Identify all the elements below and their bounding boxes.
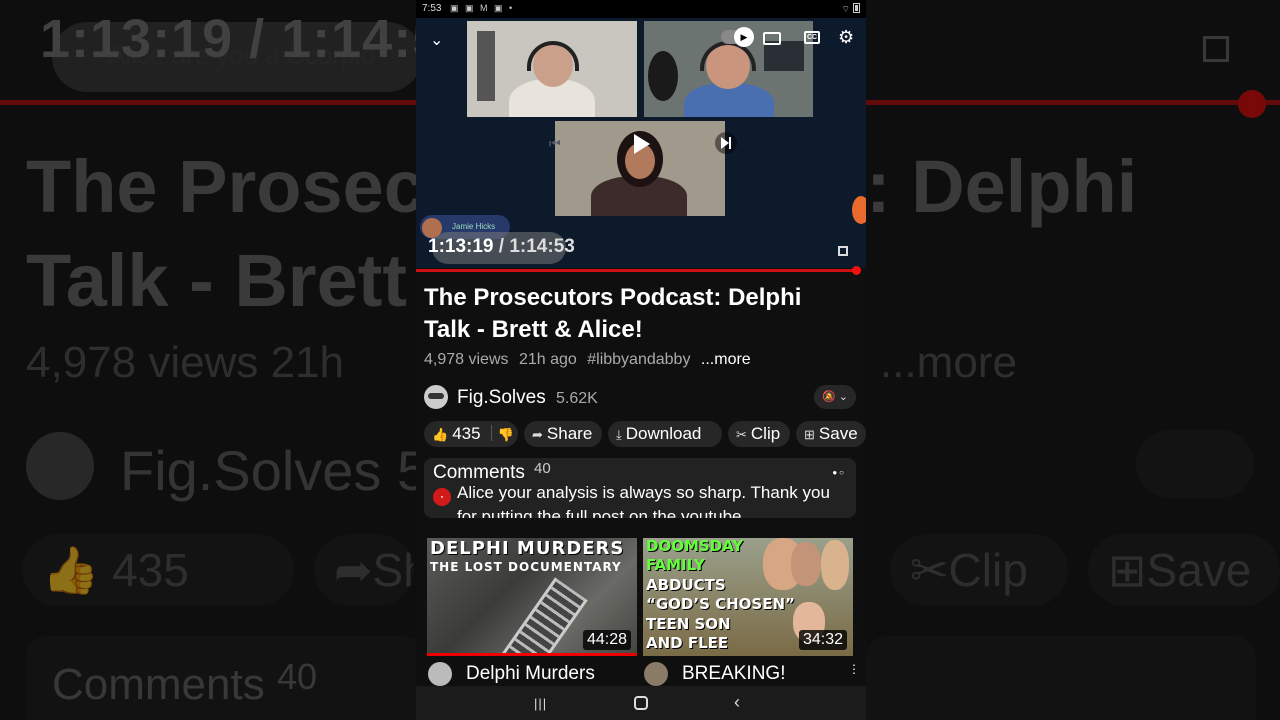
commenter-avatar: ● bbox=[433, 488, 451, 506]
collapse-chevron-icon[interactable]: ⌄ bbox=[430, 30, 443, 50]
autoplay-toggle[interactable]: ▶ bbox=[721, 27, 754, 47]
like-divider bbox=[490, 425, 492, 441]
more-link[interactable]: ...more bbox=[701, 351, 751, 368]
thumb2-line-2: FAMILY bbox=[646, 556, 705, 574]
home-icon[interactable] bbox=[634, 696, 648, 710]
battery-icon bbox=[853, 3, 860, 13]
total-time: / 1:14:53 bbox=[498, 236, 575, 257]
channel-name[interactable]: Fig.Solves bbox=[457, 387, 546, 409]
download-button[interactable]: ⤓ Download bbox=[608, 421, 722, 447]
progress-scrubber[interactable] bbox=[851, 266, 861, 275]
like-count: 435 bbox=[452, 424, 481, 443]
status-time: 7:53 bbox=[422, 3, 442, 14]
subscriber-count: 5.62K bbox=[556, 390, 598, 407]
thumb1-title: DELPHI MURDERS bbox=[430, 538, 625, 559]
rec2-title[interactable]: BREAKING! bbox=[682, 663, 785, 685]
carousel-dots-icon: ●○ bbox=[832, 468, 846, 477]
video-title[interactable]: The Prosecutors Podcast: Delphi Talk - B… bbox=[424, 282, 854, 346]
status-right-icons: ⌔ bbox=[842, 3, 860, 15]
rec2-more-icon[interactable]: ⋮ bbox=[848, 662, 860, 676]
thumb2-line-1: DOOMSDAY bbox=[646, 538, 744, 555]
duration-badge: 44:28 bbox=[582, 630, 631, 650]
thumbs-down-icon[interactable]: 👎 bbox=[498, 427, 514, 442]
phone-screen: 7:53 ▣ ▣ M ▣ • ⌔ ⌄ ▶ CC ⚙ ⏮ Jamie Hicks … bbox=[416, 0, 866, 720]
top-comment-text: Alice your analysis is always so sharp. … bbox=[457, 483, 830, 518]
notification-icons: ▣ ▣ M ▣ • bbox=[450, 3, 515, 13]
recent-apps-icon[interactable]: ||| bbox=[534, 696, 547, 711]
video-tile-brett bbox=[467, 21, 637, 117]
comments-count: 40 bbox=[534, 460, 551, 477]
play-button[interactable] bbox=[628, 131, 654, 157]
share-button[interactable]: ➦ Share bbox=[524, 421, 602, 447]
recommendation-thumbnail-2[interactable]: DOOMSDAY FAMILY ABDUCTS “GOD’S CHOSEN” T… bbox=[643, 538, 853, 656]
time-label: 1:13:19 / 1:14:53 bbox=[428, 236, 575, 258]
rec1-title[interactable]: Delphi Murders bbox=[466, 663, 595, 685]
back-icon[interactable]: ‹ bbox=[734, 692, 740, 713]
view-count: 4,978 views bbox=[424, 351, 509, 368]
clip-button[interactable]: ✂ Clip bbox=[728, 421, 790, 447]
settings-gear-icon[interactable]: ⚙ bbox=[838, 27, 854, 48]
thumb1-subtitle: THE LOST DOCUMENTARY bbox=[430, 560, 622, 574]
android-nav-bar: ||| ‹ bbox=[416, 686, 866, 720]
upload-age: 21h ago bbox=[518, 351, 577, 368]
rail-bridge-image bbox=[486, 577, 588, 656]
hashtag-link[interactable]: #libbyandabby bbox=[587, 351, 690, 368]
share-label: Share bbox=[546, 424, 593, 443]
notification-bell-button[interactable]: 🔕 ⌄ bbox=[814, 385, 856, 409]
save-playlist-icon: ⊞ bbox=[804, 427, 815, 442]
chevron-down-icon: ⌄ bbox=[838, 391, 848, 403]
progress-bar[interactable] bbox=[416, 269, 857, 272]
thumb2-face-2 bbox=[791, 542, 821, 586]
save-button[interactable]: ⊞ Save bbox=[796, 421, 866, 447]
thumbs-up-icon: 👍 bbox=[432, 427, 449, 442]
autoplay-play-icon: ▶ bbox=[734, 27, 754, 47]
thumb2-line-6: AND FLEE bbox=[646, 634, 729, 652]
rec1-channel-avatar[interactable] bbox=[428, 662, 452, 686]
like-dislike-group[interactable]: 👍 435 👎 bbox=[424, 421, 518, 447]
download-label: Download bbox=[625, 424, 702, 443]
scissors-icon: ✂ bbox=[736, 427, 747, 442]
video-player[interactable]: ⌄ ▶ CC ⚙ ⏮ Jamie Hicks 1:13:19 / 1:14:53 bbox=[416, 18, 866, 268]
download-icon: ⤓ bbox=[616, 427, 622, 442]
previous-icon: ⏮ bbox=[549, 136, 561, 151]
share-icon: ➦ bbox=[532, 427, 543, 442]
wifi-icon: ⌔ bbox=[841, 4, 850, 14]
captions-icon[interactable]: CC bbox=[804, 31, 820, 44]
cast-icon[interactable] bbox=[763, 32, 781, 45]
thumb2-line-3: ABDUCTS bbox=[646, 576, 726, 594]
thumb2-line-4: “GOD’S CHOSEN” bbox=[646, 595, 795, 613]
thumb2-face-3 bbox=[821, 540, 849, 590]
channel-avatar[interactable] bbox=[424, 385, 448, 409]
live-reaction-icon bbox=[852, 196, 866, 224]
video-meta[interactable]: 4,978 views 21h ago #libbyandabby ...mor… bbox=[424, 351, 757, 369]
recommendation-thumbnail-1[interactable]: DELPHI MURDERS THE LOST DOCUMENTARY 44:2… bbox=[427, 538, 637, 656]
comments-card[interactable]: Comments 40 ●○ ● Alice your analysis is … bbox=[424, 458, 856, 518]
save-label: Save bbox=[818, 424, 858, 443]
watched-progress bbox=[427, 653, 637, 656]
status-bar: 7:53 ▣ ▣ M ▣ • ⌔ bbox=[416, 0, 866, 18]
next-button[interactable] bbox=[715, 132, 737, 154]
rec2-channel-avatar[interactable] bbox=[644, 662, 668, 686]
thumb2-line-5: TEEN SON bbox=[646, 615, 731, 633]
duration-badge: 34:32 bbox=[798, 630, 847, 650]
recommendation-titles-row: Delphi Murders BREAKING! ⋮ bbox=[416, 662, 866, 686]
bell-off-icon: 🔕 bbox=[822, 391, 836, 403]
clip-label: Clip bbox=[750, 424, 781, 443]
current-time: 1:13:19 bbox=[428, 236, 494, 257]
fullscreen-icon[interactable] bbox=[838, 246, 848, 256]
